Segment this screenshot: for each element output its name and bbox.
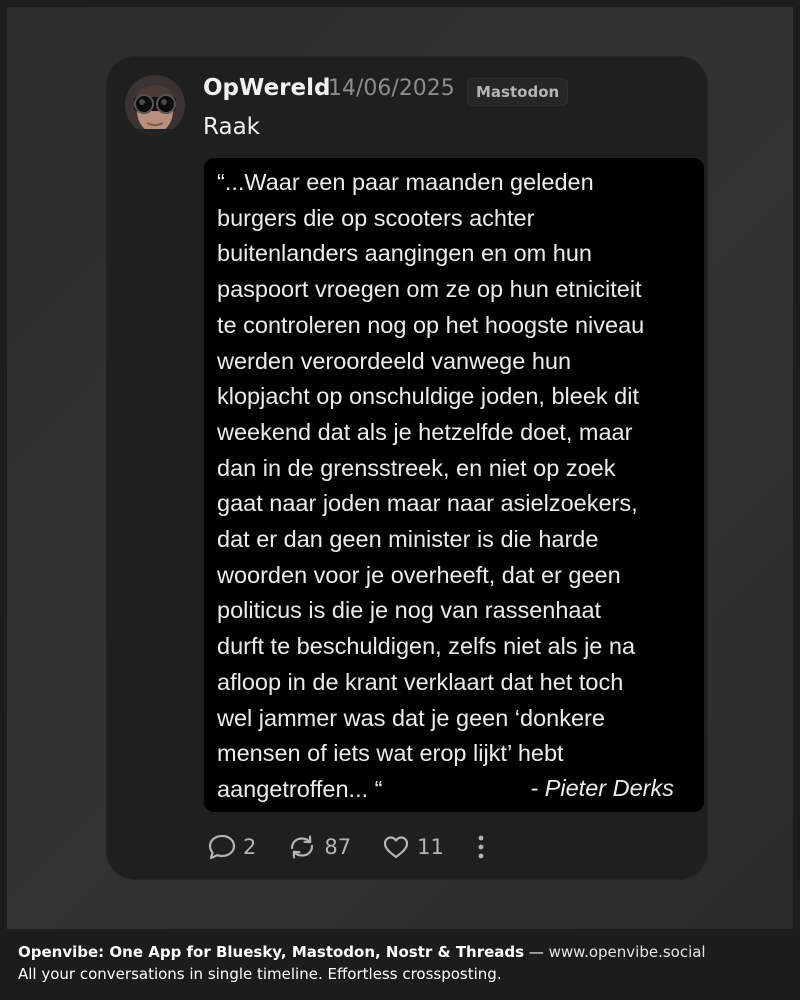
more-button[interactable] (474, 833, 494, 861)
image-quote-line: dan in de grensstreek, en niet op zoek (217, 454, 616, 481)
reply-icon (207, 833, 243, 861)
image-quote-line: werden veroordeeld vanwege hun (217, 347, 572, 374)
network-badge: Mastodon (467, 78, 569, 106)
screenshot-stage: OpWereld 14/06/2025 Mastodon Raak “...Wa… (7, 7, 793, 929)
repost-icon (286, 833, 324, 861)
more-icon (474, 833, 494, 861)
footer-tagline: All your conversations in single timelin… (18, 965, 502, 983)
image-quote-line: woorden voor je overheeft, dat er geen (217, 561, 621, 588)
image-quote-line: afloop in de krant verklaart dat het toc… (217, 668, 624, 695)
image-quote-line: te controleren nog op het hoogste niveau (217, 311, 645, 338)
image-quote-line: durft te beschuldigen, zelfs niet als je… (217, 633, 636, 660)
image-quote-line: weekend dat als je hetzelfde doet, maar (217, 418, 633, 445)
reply-count: 2 (243, 835, 257, 859)
post-image[interactable]: “...Waar een paar maanden geleden burgers… (204, 158, 704, 812)
footer-site-link[interactable]: www.openvibe.social (549, 943, 706, 961)
promo-footer: Openvibe: One App for Bluesky, Mastodon,… (18, 941, 706, 985)
repost-count: 87 (324, 835, 352, 859)
image-quote-text: “...Waar een paar maanden geleden burgers… (217, 165, 697, 808)
like-button[interactable]: 11 (381, 833, 444, 861)
author-name[interactable]: OpWereld (203, 75, 330, 101)
image-quote-line: buitenlanders aangingen en om hun (217, 240, 592, 267)
image-quote-line: burgers die op scooters achter (217, 204, 535, 231)
avatar[interactable] (125, 75, 185, 135)
post-text: Raak (203, 114, 260, 140)
post-date[interactable]: 14/06/2025 (328, 76, 455, 101)
image-quote-line: dat er dan geen minister is die harde (217, 526, 599, 553)
post-actions: 2 87 11 (207, 829, 524, 865)
image-quote-line: politicus is die je nog van rassenhaat (217, 597, 602, 624)
footer-separator: — (524, 943, 549, 961)
footer-headline-row: Openvibe: One App for Bluesky, Mastodon,… (18, 941, 706, 963)
footer-headline: Openvibe: One App for Bluesky, Mastodon,… (18, 943, 525, 961)
like-count: 11 (417, 835, 444, 859)
image-quote-line: paspoort vroegen om ze op hun etniciteit (217, 276, 642, 303)
image-quote-line: mensen of iets wat erop lijkt’ hebt (217, 740, 564, 767)
repost-button[interactable]: 87 (286, 833, 351, 861)
image-quote-line: wel jammer was dat je geen ‘donkere (217, 704, 605, 731)
image-quote-attribution: - Pieter Derks (530, 775, 674, 801)
reply-button[interactable]: 2 (207, 833, 256, 861)
image-quote-line: “...Waar een paar maanden geleden (217, 169, 594, 195)
image-quote-line: gaat naar joden maar naar asielzoekers, (217, 490, 638, 517)
post-card[interactable]: OpWereld 14/06/2025 Mastodon Raak “...Wa… (107, 57, 707, 879)
image-quote-line: klopjacht op onschuldige joden, bleek di… (217, 383, 639, 410)
like-icon (381, 833, 417, 861)
